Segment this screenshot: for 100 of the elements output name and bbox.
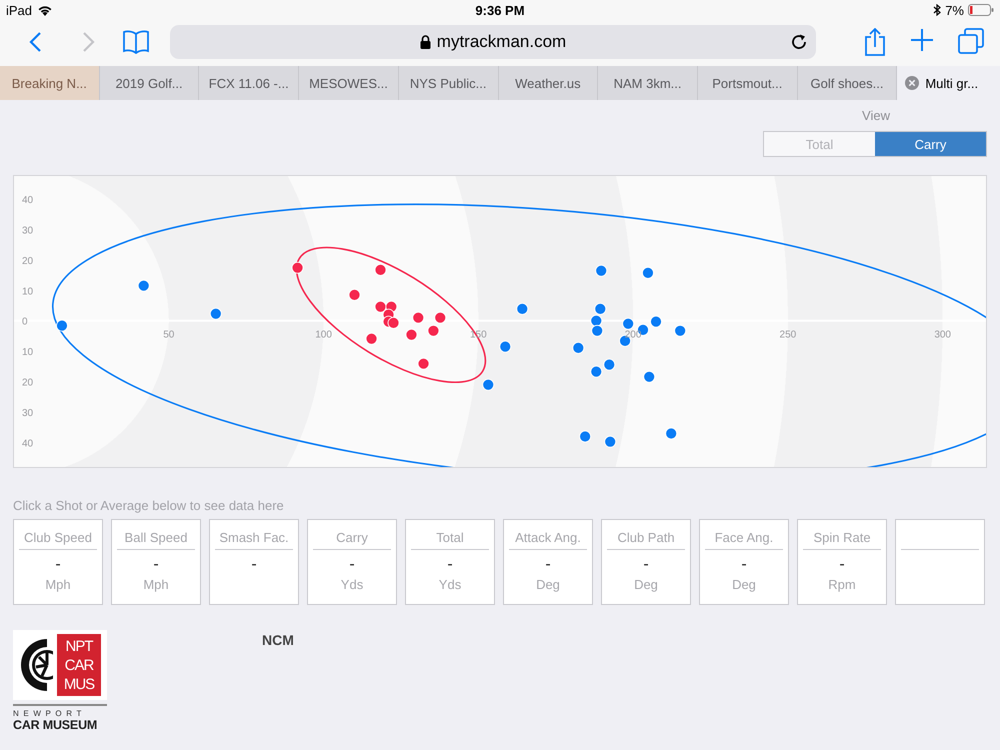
stat-label: Carry bbox=[313, 520, 391, 550]
stat-unit: Deg bbox=[634, 577, 658, 592]
status-time: 9:36 PM bbox=[475, 3, 525, 18]
y-tick-label: 30 bbox=[22, 225, 34, 236]
reload-icon[interactable] bbox=[790, 33, 808, 51]
chevron-left-icon bbox=[29, 31, 43, 53]
x-tick-label: 100 bbox=[315, 330, 332, 341]
y-tick-label: 10 bbox=[22, 347, 34, 358]
shot-dot[interactable] bbox=[579, 430, 592, 442]
stat-value: - bbox=[741, 557, 747, 573]
stat-value: - bbox=[447, 557, 453, 573]
stat-value: - bbox=[153, 557, 159, 573]
hint-text: Click a Shot or Average below to see data here bbox=[13, 500, 285, 512]
stat-value: - bbox=[251, 557, 257, 573]
browser-tab[interactable]: FCX 11.06 -... bbox=[199, 66, 300, 100]
shot-dot[interactable] bbox=[428, 324, 440, 337]
y-tick-label: 20 bbox=[22, 256, 34, 267]
shot-dot[interactable] bbox=[590, 366, 602, 378]
stat-label: Attack Ang. bbox=[509, 520, 587, 550]
shot-dot[interactable] bbox=[374, 300, 386, 313]
shot-dot[interactable] bbox=[499, 340, 512, 353]
stat-label: Total bbox=[411, 520, 489, 550]
view-label: View bbox=[862, 108, 890, 123]
stat-unit: Deg bbox=[732, 577, 756, 592]
browser-tab[interactable]: Multi gr... bbox=[897, 66, 1000, 100]
shot-dot[interactable] bbox=[595, 264, 608, 277]
shot-dot[interactable] bbox=[434, 312, 446, 324]
stat-unit: Mph bbox=[143, 577, 169, 592]
shot-dot[interactable] bbox=[138, 280, 150, 292]
shot-dot[interactable] bbox=[210, 308, 222, 320]
browser-tab[interactable]: Golf shoes... bbox=[798, 66, 898, 100]
browser-tab[interactable]: NYS Public... bbox=[398, 66, 499, 100]
stat-card[interactable]: Spin Rate - Rpm bbox=[797, 519, 887, 605]
browser-tab[interactable]: MESOWES... bbox=[299, 66, 399, 100]
shot-dot[interactable] bbox=[674, 324, 686, 337]
shot-dot[interactable] bbox=[622, 318, 634, 330]
logo-text: NEWPORT bbox=[13, 709, 87, 718]
stat-card[interactable]: Ball Speed - Mph bbox=[111, 519, 201, 605]
x-tick-label: 250 bbox=[780, 330, 796, 341]
logo-badge-text: NPT bbox=[66, 636, 92, 656]
shot-dot[interactable] bbox=[482, 378, 494, 391]
shot-dot[interactable] bbox=[643, 370, 656, 383]
chevron-right-icon bbox=[81, 31, 95, 53]
stat-value: - bbox=[349, 557, 355, 573]
browser-tab[interactable]: Breaking N... bbox=[0, 66, 100, 100]
y-tick-label: 0 bbox=[22, 316, 28, 328]
shot-dot[interactable] bbox=[642, 267, 654, 279]
tabs-icon[interactable] bbox=[958, 28, 984, 54]
x-tick-label: 50 bbox=[163, 330, 174, 341]
shot-dot[interactable] bbox=[591, 324, 604, 337]
stat-label: Club Path bbox=[607, 520, 685, 550]
shot-dot[interactable] bbox=[412, 312, 424, 324]
shot-dot[interactable] bbox=[418, 358, 430, 370]
shot-dot[interactable] bbox=[56, 320, 68, 332]
stat-label: Club Speed bbox=[19, 520, 97, 550]
shot-dot[interactable] bbox=[366, 332, 378, 345]
shot-dot[interactable] bbox=[603, 358, 616, 371]
stat-label: Face Ang. bbox=[705, 520, 783, 550]
stat-card[interactable]: Club Speed - Mph bbox=[13, 519, 103, 605]
shot-dot[interactable] bbox=[650, 316, 662, 328]
stat-label: Spin Rate bbox=[803, 520, 881, 550]
x-tick-label: 300 bbox=[934, 330, 951, 341]
stat-card[interactable]: Face Ang. - Deg bbox=[699, 519, 789, 605]
shot-dot[interactable] bbox=[348, 288, 360, 301]
stat-unit: Rpm bbox=[828, 577, 856, 592]
address-field[interactable]: mytrackman.com bbox=[170, 25, 816, 59]
plus-icon[interactable] bbox=[910, 28, 934, 52]
stat-card[interactable]: Attack Ang. - Deg bbox=[503, 519, 593, 605]
shot-dot[interactable] bbox=[590, 314, 602, 327]
bluetooth-icon bbox=[933, 4, 942, 16]
shot-dot[interactable] bbox=[374, 264, 386, 276]
address-text: mytrackman.com bbox=[436, 32, 566, 52]
logo-badge-text: MUS bbox=[64, 674, 94, 694]
lock-icon bbox=[420, 35, 431, 49]
shot-dot[interactable] bbox=[388, 316, 400, 329]
browser-tab[interactable]: NAM 3km... bbox=[598, 66, 698, 100]
stat-value: - bbox=[839, 557, 845, 573]
shot-dot[interactable] bbox=[594, 302, 606, 315]
browser-tab[interactable]: Portsmout... bbox=[698, 66, 798, 100]
stat-card[interactable]: Carry - Yds bbox=[307, 519, 397, 605]
close-icon[interactable] bbox=[905, 76, 920, 90]
y-tick-label: 10 bbox=[22, 286, 34, 298]
view-option[interactable]: Carry bbox=[875, 132, 986, 156]
browser-tab[interactable]: 2019 Golf... bbox=[100, 66, 200, 100]
y-tick-label: 30 bbox=[22, 408, 34, 420]
browser-tab[interactable]: Weather.us bbox=[498, 66, 598, 100]
y-tick-label: 40 bbox=[22, 194, 34, 206]
stat-card[interactable]: Smash Fac. - bbox=[209, 519, 299, 605]
stat-label: Ball Speed bbox=[117, 520, 195, 550]
stat-card[interactable]: Club Path - Deg bbox=[601, 519, 691, 605]
shot-dot[interactable] bbox=[572, 342, 584, 354]
shot-dot[interactable] bbox=[516, 302, 528, 315]
shot-dot[interactable] bbox=[604, 436, 616, 448]
shot-dot[interactable] bbox=[406, 328, 418, 341]
book-icon[interactable] bbox=[122, 30, 150, 54]
share-icon[interactable] bbox=[864, 28, 886, 56]
shot-dot[interactable] bbox=[292, 262, 304, 274]
stat-card[interactable]: Total - Yds bbox=[405, 519, 495, 605]
stat-unit: Deg bbox=[536, 577, 560, 592]
shot-dot[interactable] bbox=[665, 428, 678, 440]
